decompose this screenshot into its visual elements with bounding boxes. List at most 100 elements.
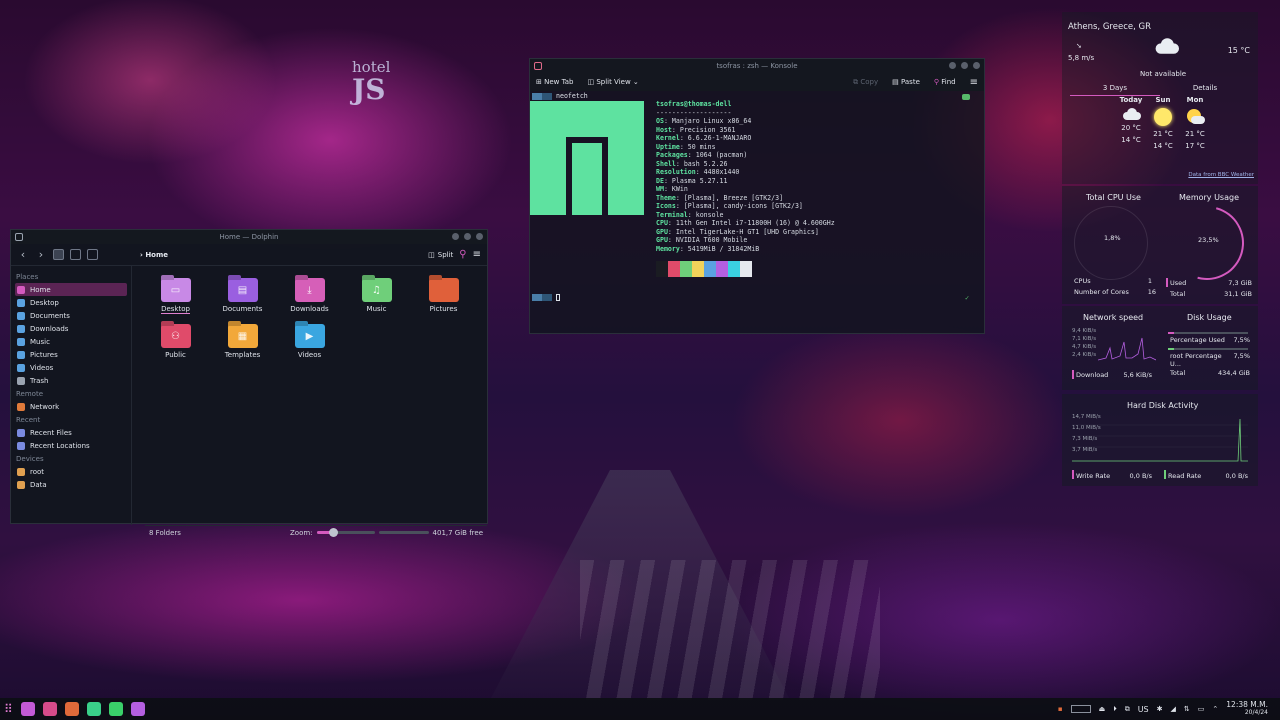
breadcrumb-home[interactable]: Home xyxy=(145,251,168,259)
home-icon xyxy=(17,285,25,294)
details-view-button[interactable] xyxy=(87,249,98,260)
taskbar-dolphin-icon[interactable] xyxy=(20,702,35,716)
tray-red-icon[interactable]: ▪ xyxy=(1058,705,1063,713)
folder-documents[interactable]: ▤ Documents xyxy=(209,278,276,314)
konsole-window[interactable]: tsofras : zsh — Konsole ⊞ New Tab ◫ Spli… xyxy=(529,58,985,334)
sidebar-item-videos[interactable]: Videos xyxy=(15,361,127,374)
dolphin-window[interactable]: Home — Dolphin ‹ › › Home ◫ Split ⚲ ≡ Pla… xyxy=(10,229,488,537)
weather-widget[interactable]: Athens, Greece, GR 15 °C ➘ 5,8 m/s Not a… xyxy=(1062,12,1258,184)
hamburger-menu-icon[interactable]: ≡ xyxy=(970,77,978,88)
weather-source-link[interactable]: Data from BBC Weather xyxy=(1188,172,1254,178)
new-tab-button[interactable]: ⊞ New Tab xyxy=(536,78,573,86)
sidebar-item-data[interactable]: Data xyxy=(15,478,127,491)
folder-public[interactable]: ⚇ Public xyxy=(142,324,209,359)
day-high: 21 °C xyxy=(1185,130,1205,138)
sidebar-item-desktop[interactable]: Desktop xyxy=(15,296,127,309)
cpu-gauge xyxy=(1074,206,1148,280)
sidebar-item-root[interactable]: root xyxy=(15,465,127,478)
sidebar-item-recent-files[interactable]: Recent Files xyxy=(15,426,127,439)
sidebar-item-label: Recent Locations xyxy=(30,441,90,450)
folder-pictures[interactable]: Pictures xyxy=(410,278,477,314)
info-key: Kernel xyxy=(656,134,680,142)
taskbar-spotify-icon[interactable] xyxy=(108,702,123,716)
search-icon[interactable]: ⚲ xyxy=(459,249,466,260)
copy-label: Copy xyxy=(860,77,879,86)
app-launcher-icon[interactable]: ⠿ xyxy=(4,702,13,716)
breadcrumb[interactable]: › Home xyxy=(140,251,168,259)
sidebar-item-trash[interactable]: Trash xyxy=(15,374,127,387)
dolphin-window-icon[interactable] xyxy=(15,233,23,241)
find-button[interactable]: ⚲ Find xyxy=(934,78,956,86)
compact-view-button[interactable] xyxy=(70,249,81,260)
taskbar-konsole-icon[interactable] xyxy=(42,702,57,716)
sidebar-item-music[interactable]: Music xyxy=(15,335,127,348)
status-bar: 8 Folders Zoom: 401,7 GiB free xyxy=(145,525,487,539)
maximize-button[interactable] xyxy=(961,62,968,69)
videos-icon xyxy=(17,363,25,372)
dolphin-titlebar[interactable]: Home — Dolphin xyxy=(11,230,487,244)
clipboard-icon[interactable]: ⧉ xyxy=(1125,705,1130,714)
close-button[interactable] xyxy=(476,233,483,240)
sidebar-item-network[interactable]: Network xyxy=(15,400,127,413)
zoom-slider[interactable] xyxy=(316,528,375,537)
hamburger-menu-icon[interactable]: ≡ xyxy=(473,249,481,260)
folder-videos[interactable]: ▶ Videos xyxy=(276,324,343,359)
chevron-down-icon: ⌄ xyxy=(632,78,639,86)
write-rate-value: 0,0 B/s xyxy=(1129,472,1152,480)
sidebar-item-recent-locations[interactable]: Recent Locations xyxy=(15,439,127,452)
taskbar-app-4-icon[interactable] xyxy=(86,702,101,716)
konsole-titlebar[interactable]: tsofras : zsh — Konsole xyxy=(530,59,984,73)
network-tick: 7,1 KiB/s xyxy=(1072,336,1097,342)
places-panel: Places Home Desktop Documents Downloads Musi… xyxy=(11,266,132,525)
recent-header: Recent xyxy=(16,416,41,424)
copy-button[interactable]: ⧉ Copy xyxy=(853,78,878,87)
folder-desktop[interactable]: ▭ Desktop xyxy=(142,278,209,314)
root-icon xyxy=(17,467,25,476)
forecast-days: Today 20 °C 14 °C Sun 21 °C 14 °C Mon 21 °C 17 °… xyxy=(1120,96,1206,150)
bluetooth-icon[interactable]: ✱ xyxy=(1157,705,1163,713)
forecast-day: Sun 21 °C 14 °C xyxy=(1152,96,1174,150)
tray-icon-1[interactable]: ⏏ xyxy=(1099,705,1106,713)
tab-3-days[interactable]: 3 Days xyxy=(1070,84,1160,96)
icons-view-button[interactable] xyxy=(53,249,64,260)
sidebar-item-downloads[interactable]: Downloads xyxy=(15,322,127,335)
clock[interactable]: 12:38 M.M. 20/4/24 xyxy=(1226,701,1268,717)
sidebar-item-pictures[interactable]: Pictures xyxy=(15,348,127,361)
taskbar-firefox-icon[interactable] xyxy=(64,702,79,716)
music-icon xyxy=(17,337,25,346)
minimize-button[interactable] xyxy=(949,62,956,69)
folder-downloads[interactable]: ⤓ Downloads xyxy=(276,278,343,314)
split-button[interactable]: ◫ Split xyxy=(428,251,453,259)
wallpaper-hotel-sign: hotel JS xyxy=(352,58,412,118)
tab-details[interactable]: Details xyxy=(1160,84,1250,96)
folder-view[interactable]: ▭ Desktop ▤ Documents ⤓ Downloads ♫ Music Pictur… xyxy=(132,266,487,525)
zoom-slider-handle[interactable] xyxy=(328,528,338,537)
folder-music[interactable]: ♫ Music xyxy=(343,278,410,314)
battery-icon[interactable]: ▭ xyxy=(1198,705,1205,713)
paste-button[interactable]: ▤ Paste xyxy=(892,78,920,86)
taskbar-app-6-icon[interactable] xyxy=(130,702,145,716)
cursor xyxy=(556,294,560,301)
tray-thumbnail[interactable] xyxy=(1070,705,1091,713)
tray-icon-2[interactable]: ⏵ xyxy=(1113,705,1117,714)
memory-title: Memory Usage xyxy=(1179,193,1240,202)
info-line: Kernel: 6.6.26-1-MANJARO xyxy=(656,134,752,142)
sidebar-item-home[interactable]: Home xyxy=(15,283,127,296)
konsole-window-icon[interactable] xyxy=(534,62,542,70)
sidebar-item-label: Recent Files xyxy=(30,428,72,437)
tray-expand-icon[interactable]: ⌃ xyxy=(1212,705,1218,713)
forward-arrow-icon[interactable]: › xyxy=(35,248,47,261)
back-arrow-icon[interactable]: ‹ xyxy=(17,248,29,261)
close-button[interactable] xyxy=(973,62,980,69)
recent-files-icon xyxy=(17,428,25,437)
volume-icon[interactable]: ◢ xyxy=(1171,705,1176,713)
sidebar-item-documents[interactable]: Documents xyxy=(15,309,127,322)
split-view-button[interactable]: ◫ Split View ⌄ xyxy=(587,78,638,86)
minimize-button[interactable] xyxy=(452,233,459,240)
terminal-output[interactable]: neofetch tsofras@thomas-dell -----------… xyxy=(530,91,984,335)
keyboard-layout[interactable]: US xyxy=(1138,705,1149,714)
maximize-button[interactable] xyxy=(464,233,471,240)
network-icon[interactable]: ⇅ xyxy=(1184,705,1190,713)
folder-templates[interactable]: ▦ Templates xyxy=(209,324,276,359)
info-line: WM: KWin xyxy=(656,185,688,193)
